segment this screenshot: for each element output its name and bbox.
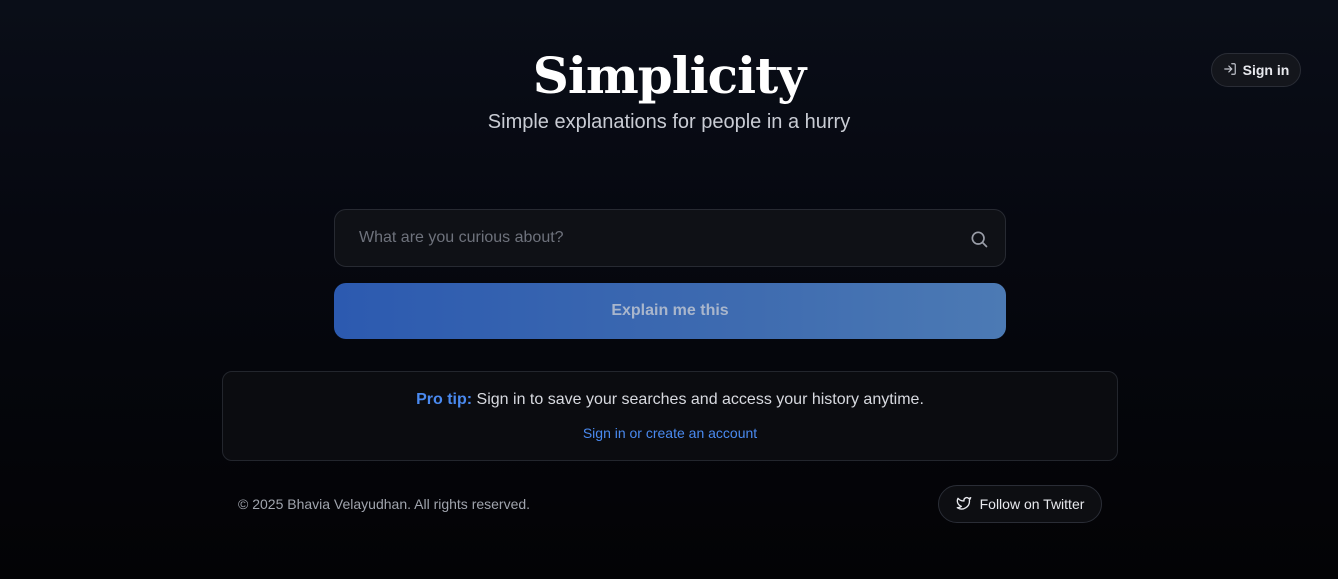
pro-tip-message: Sign in to save your searches and access… [472,391,924,408]
copyright-text: © 2025 Bhavia Velayudhan. All rights res… [238,496,531,512]
pro-tip-box: Pro tip: Sign in to save your searches a… [222,371,1118,461]
follow-on-twitter-button[interactable]: Follow on Twitter [938,485,1102,523]
twitter-icon [956,495,972,514]
sign-in-or-create-account-link[interactable]: Sign in or create an account [223,425,1117,441]
twitter-label: Follow on Twitter [979,496,1085,512]
pro-tip-text: Pro tip: Sign in to save your searches a… [223,391,1117,409]
page-subtitle: Simple explanations for people in a hurr… [487,111,851,133]
explain-button[interactable]: Explain me this [334,283,1006,339]
pro-tip-label: Pro tip: [416,391,473,408]
page-title: Simplicity [532,46,807,105]
search-input[interactable] [335,210,1005,266]
search-icon[interactable] [969,229,989,249]
search-box [334,209,1006,267]
